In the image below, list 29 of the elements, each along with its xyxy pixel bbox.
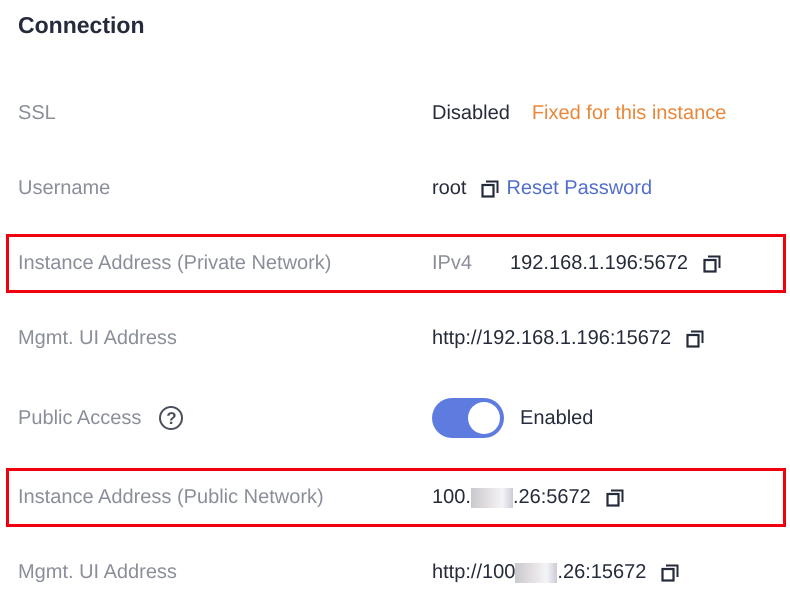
- field-label: Mgmt. UI Address: [18, 327, 177, 350]
- copy-icon[interactable]: [604, 488, 625, 508]
- field-value: .26:5672: [512, 486, 591, 509]
- copy-icon[interactable]: [702, 254, 722, 274]
- field-value: Enabled: [520, 406, 594, 430]
- reset-password-link[interactable]: Reset Password: [506, 177, 652, 200]
- field-value: .26:15672: [557, 561, 646, 584]
- field-value: 100.: [432, 486, 471, 509]
- redaction-mark: [515, 562, 558, 582]
- field-label: Public Access: [18, 406, 142, 430]
- copy-icon[interactable]: [685, 328, 706, 348]
- redaction-mark: [470, 488, 513, 508]
- note-text: Fixed for this instance: [532, 102, 726, 125]
- toggle-switch[interactable]: [432, 398, 504, 438]
- field-label: Instance Address (Private Network): [18, 252, 332, 275]
- copy-icon[interactable]: [660, 562, 680, 582]
- field-value: 192.168.1.196:5672: [510, 252, 688, 275]
- copy-icon[interactable]: [480, 178, 500, 198]
- help-icon[interactable]: ?: [159, 406, 184, 430]
- ip-version-label: IPv4: [432, 252, 472, 275]
- field-label: SSL: [18, 102, 56, 125]
- field-label: Username: [18, 177, 110, 200]
- field-value: http://192.168.1.196:15672: [432, 327, 672, 350]
- field-label: Mgmt. UI Address: [18, 561, 177, 584]
- field-value: http://100: [432, 561, 516, 584]
- field-value: root: [432, 177, 466, 200]
- section-title: Connection: [17, 11, 146, 40]
- field-label: Instance Address (Public Network): [18, 486, 324, 509]
- field-value: Disabled: [432, 102, 510, 125]
